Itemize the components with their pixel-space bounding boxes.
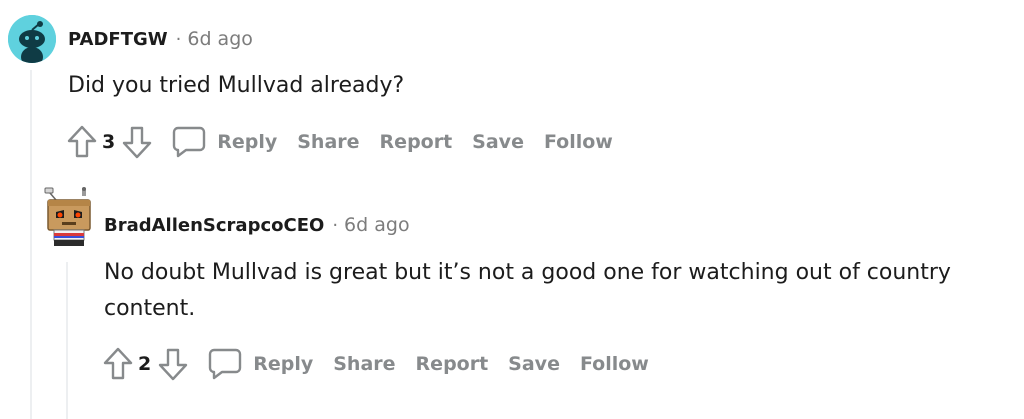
comment-thread: PADFTGW · 6d ago Did you tried Mullvad a… — [0, 0, 1024, 419]
save-button[interactable]: Save — [508, 353, 560, 375]
reply-button[interactable]: Reply — [217, 131, 277, 153]
upvote-icon[interactable] — [100, 344, 136, 384]
reply-button[interactable]: Reply — [253, 353, 313, 375]
comment-meta: PADFTGW · 6d ago — [68, 28, 253, 50]
report-button[interactable]: Report — [416, 353, 489, 375]
username[interactable]: BradAllenScrapcoCEO — [104, 215, 324, 236]
meta-separator: · — [175, 28, 182, 50]
save-button[interactable]: Save — [472, 131, 524, 153]
comment-bubble-icon[interactable] — [205, 344, 245, 384]
report-button[interactable]: Report — [380, 131, 453, 153]
meta-separator: · — [332, 214, 339, 236]
comment-bubble-icon[interactable] — [169, 122, 209, 162]
vote-count: 2 — [138, 353, 152, 375]
thread-line[interactable] — [30, 70, 32, 419]
downvote-icon[interactable] — [119, 122, 155, 162]
downvote-icon[interactable] — [155, 344, 191, 384]
snoo-avatar-icon — [8, 15, 56, 63]
comment-body: No doubt Mullvad is great but it’s not a… — [104, 260, 951, 321]
comment-actions: 2 Reply Share Report Save Follow — [100, 344, 649, 384]
follow-button[interactable]: Follow — [580, 353, 649, 375]
avatar[interactable] — [42, 186, 96, 248]
share-button[interactable]: Share — [333, 353, 395, 375]
username[interactable]: PADFTGW — [68, 29, 168, 50]
timestamp[interactable]: 6d ago — [344, 214, 410, 236]
comment-body: Did you tried Mullvad already? — [68, 73, 405, 98]
comment-actions: 3 Reply Share Report Save Follow — [64, 122, 613, 162]
follow-button[interactable]: Follow — [544, 131, 613, 153]
avatar[interactable] — [8, 15, 56, 63]
share-button[interactable]: Share — [297, 131, 359, 153]
upvote-icon[interactable] — [64, 122, 100, 162]
vote-count: 3 — [102, 131, 116, 153]
comment-meta: BradAllenScrapcoCEO · 6d ago — [104, 214, 410, 236]
thread-line-nested[interactable] — [66, 262, 68, 419]
robot-avatar-icon — [44, 187, 91, 246]
timestamp[interactable]: 6d ago — [187, 28, 253, 50]
